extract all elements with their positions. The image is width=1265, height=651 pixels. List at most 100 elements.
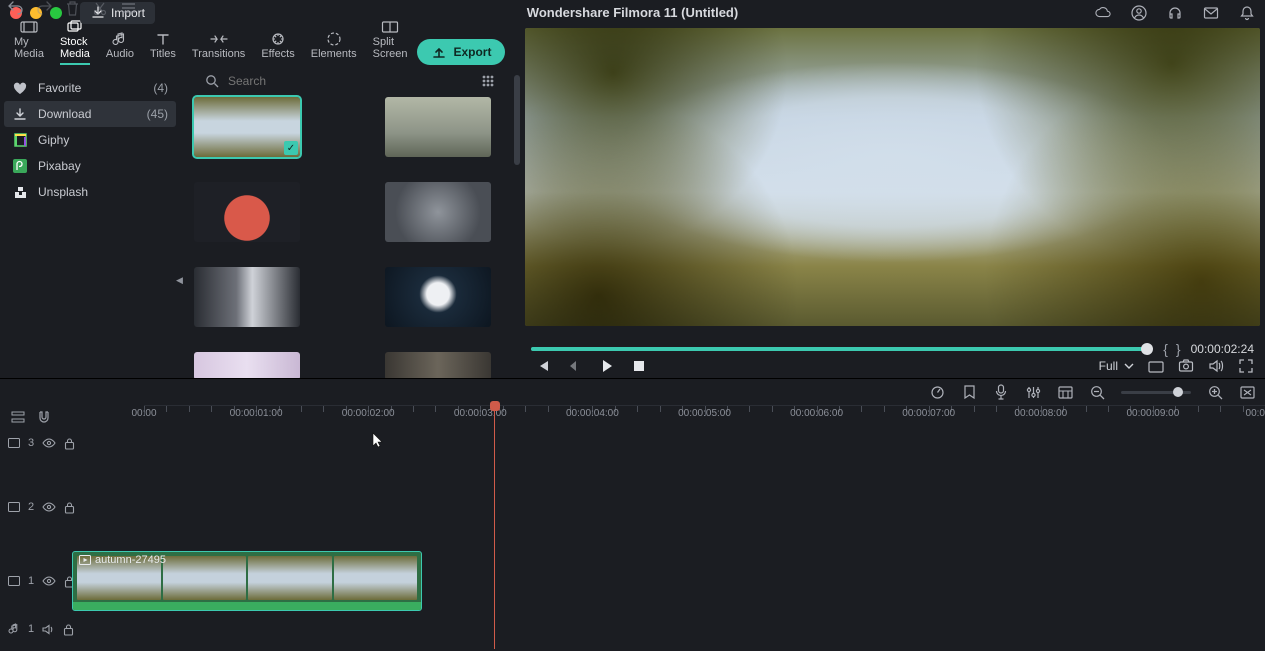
tab-label: Effects: [261, 48, 294, 60]
tab-label: Elements: [311, 48, 357, 60]
tab-transitions[interactable]: Transitions: [186, 30, 251, 65]
zoom-knob[interactable]: [1173, 387, 1183, 397]
media-thumb-2[interactable]: [385, 97, 491, 157]
tab-audio[interactable]: Audio: [100, 30, 140, 65]
mixer-icon[interactable]: [929, 384, 945, 400]
mute-icon[interactable]: [42, 624, 55, 635]
clip-type-icon: [79, 555, 91, 565]
zoom-fit-icon[interactable]: [1239, 384, 1255, 400]
chevron-down-icon: [1124, 362, 1134, 370]
elements-icon: [326, 30, 342, 48]
tab-effects[interactable]: Effects: [255, 30, 300, 65]
audio-icon: [112, 30, 128, 48]
cloud-icon[interactable]: [1095, 5, 1111, 21]
ruler-label: 00:00:07:00: [902, 408, 955, 419]
timeline-ruler[interactable]: 00:0000:00:01:0000:00:02:0000:00:03:0000…: [144, 405, 1265, 429]
media-scrollbar[interactable]: [514, 75, 520, 165]
pixabay-icon: [12, 158, 28, 174]
tab-elements[interactable]: Elements: [305, 30, 363, 65]
screenshot-icon[interactable]: [1148, 358, 1164, 374]
volume-icon[interactable]: [1208, 358, 1224, 374]
unsplash-icon: [12, 184, 28, 200]
mail-icon[interactable]: [1203, 5, 1219, 21]
track-video-1[interactable]: 1 autumn-27495: [0, 551, 1265, 611]
media-thumb-1[interactable]: ✓: [194, 97, 300, 157]
sidebar-giphy[interactable]: Giphy: [0, 127, 180, 153]
list-icon[interactable]: [120, 0, 136, 16]
track-video-3[interactable]: 3: [0, 433, 1265, 453]
prev-frame-icon[interactable]: [535, 358, 551, 374]
ruler-label: 00:00:05:00: [678, 408, 731, 419]
voiceover-icon[interactable]: [993, 384, 1009, 400]
expand-icon[interactable]: [1238, 358, 1254, 374]
ruler-label: 00:00:10: [1246, 408, 1265, 419]
media-thumb-6[interactable]: [385, 267, 491, 327]
ruler-label: 00:00:09:00: [1126, 408, 1179, 419]
media-tabbar: My Media Stock Media Audio Titles Transi…: [0, 25, 520, 65]
step-back-icon[interactable]: [567, 358, 583, 374]
redo-icon[interactable]: [36, 0, 52, 16]
preview-viewport[interactable]: [525, 28, 1260, 326]
tab-split-screen[interactable]: Split Screen: [367, 18, 414, 65]
titles-icon: [155, 30, 171, 48]
track-video-2[interactable]: 2: [0, 497, 1265, 517]
eye-icon[interactable]: [42, 502, 56, 512]
search-input[interactable]: [228, 74, 472, 88]
eye-icon[interactable]: [42, 438, 56, 448]
heart-icon: [12, 80, 28, 96]
tab-titles[interactable]: Titles: [144, 30, 182, 65]
eye-icon[interactable]: [42, 576, 56, 586]
sidebar-download[interactable]: Download (45): [4, 101, 176, 127]
media-panel: My Media Stock Media Audio Titles Transi…: [0, 25, 520, 378]
sidebar-item-label: Pixabay: [38, 159, 81, 173]
render-icon[interactable]: [1057, 384, 1073, 400]
quality-select[interactable]: Full: [1099, 359, 1134, 373]
play-icon[interactable]: [599, 358, 615, 374]
snapshot-icon[interactable]: [1178, 358, 1194, 374]
zoom-in-icon[interactable]: [1207, 384, 1223, 400]
timeline: 00:0000:00:01:0000:00:02:0000:00:03:0000…: [0, 378, 1265, 651]
notify-icon[interactable]: [1239, 5, 1255, 21]
progress-bar[interactable]: [531, 347, 1147, 351]
track-manage-icon[interactable]: [10, 409, 26, 425]
stop-icon[interactable]: [631, 358, 647, 374]
media-thumb-8[interactable]: [385, 352, 491, 378]
ruler-label: 00:00:01:00: [230, 408, 283, 419]
export-icon: [431, 44, 447, 60]
timeline-toolbar: [0, 379, 1265, 405]
timeline-clip[interactable]: autumn-27495: [72, 551, 422, 611]
export-button[interactable]: Export: [417, 39, 505, 65]
sidebar-favorite[interactable]: Favorite (4): [0, 75, 180, 101]
media-thumb-7[interactable]: [194, 352, 300, 378]
sidebar-unsplash[interactable]: Unsplash: [0, 179, 180, 205]
media-thumb-5[interactable]: [194, 267, 300, 327]
magnet-icon[interactable]: [36, 409, 52, 425]
split-icon[interactable]: [92, 0, 108, 16]
headset-icon[interactable]: [1167, 5, 1183, 21]
sidebar-item-label: Download: [38, 107, 91, 121]
grid-view-icon[interactable]: [480, 73, 496, 89]
zoom-out-icon[interactable]: [1089, 384, 1105, 400]
tab-my-media[interactable]: My Media: [8, 18, 50, 65]
adjust-icon[interactable]: [1025, 384, 1041, 400]
zoom-slider[interactable]: [1121, 391, 1191, 394]
tab-stock-media[interactable]: Stock Media: [54, 18, 96, 65]
sidebar-item-label: Unsplash: [38, 185, 88, 199]
marker-icon[interactable]: [961, 384, 977, 400]
media-grid: ✓: [180, 65, 520, 378]
playhead[interactable]: [494, 406, 495, 649]
ruler-label: 00:00:06:00: [790, 408, 843, 419]
download-icon: [12, 106, 28, 122]
media-thumb-4[interactable]: [385, 182, 491, 242]
account-icon[interactable]: [1131, 5, 1147, 21]
check-icon: ✓: [284, 141, 298, 155]
delete-icon[interactable]: [64, 0, 80, 16]
track-type-icon: [8, 576, 20, 586]
search-icon: [204, 73, 220, 89]
track-audio-1[interactable]: 1: [0, 619, 1265, 639]
sidebar-pixabay[interactable]: Pixabay: [0, 153, 180, 179]
undo-icon[interactable]: [8, 0, 24, 16]
track-audio-icon: [8, 623, 20, 635]
media-thumb-3[interactable]: [194, 182, 300, 242]
tab-label: Transitions: [192, 48, 245, 60]
